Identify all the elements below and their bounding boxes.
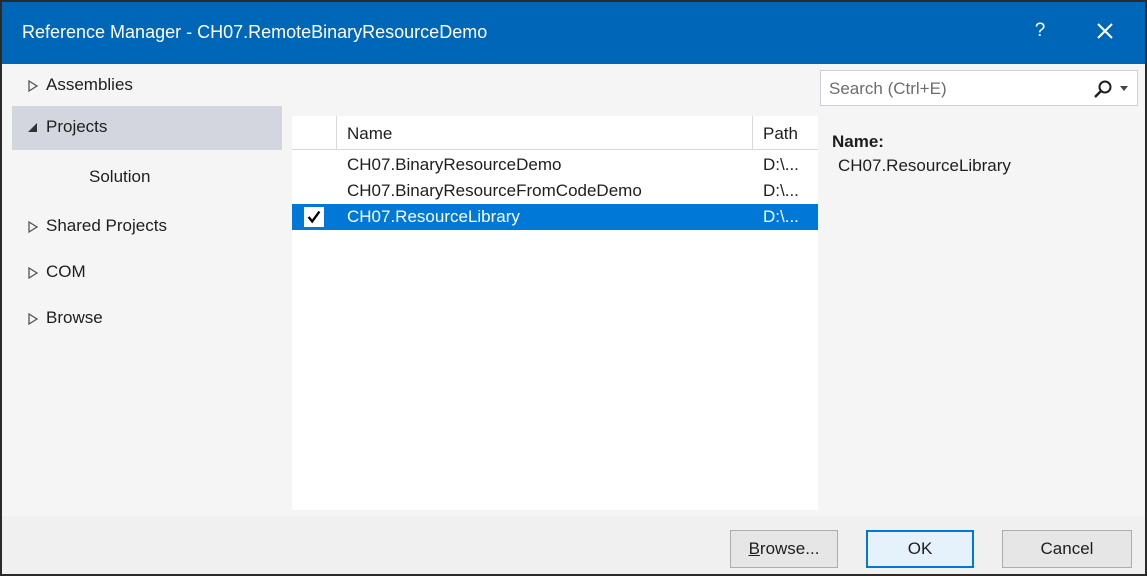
category-nav: Assemblies Projects Solution Shared Proj… bbox=[12, 64, 282, 514]
row-path: D:\... bbox=[763, 207, 799, 226]
row-name: CH07.ResourceLibrary bbox=[347, 207, 520, 226]
dialog-footer: Browse... OK Cancel bbox=[2, 516, 1145, 574]
browse-label: rowse... bbox=[759, 539, 820, 558]
expand-arrow-icon bbox=[28, 312, 39, 326]
nav-item-shared-projects[interactable]: Shared Projects bbox=[12, 205, 282, 249]
browse-button[interactable]: Browse... bbox=[730, 530, 838, 568]
title-bar[interactable]: Reference Manager - CH07.RemoteBinaryRes… bbox=[2, 2, 1145, 64]
row-name: CH07.BinaryResourceFromCodeDemo bbox=[347, 181, 642, 200]
nav-item-assemblies[interactable]: Assemblies bbox=[12, 64, 282, 108]
table-row[interactable]: CH07.BinaryResourceDemo D:\... bbox=[292, 152, 818, 178]
expand-arrow-icon bbox=[28, 266, 39, 280]
cancel-button[interactable]: Cancel bbox=[1002, 530, 1132, 568]
nav-item-browse[interactable]: Browse bbox=[12, 297, 282, 341]
nav-item-label: Solution bbox=[89, 167, 151, 186]
row-name: CH07.BinaryResourceDemo bbox=[347, 155, 562, 174]
search-box[interactable] bbox=[820, 70, 1138, 106]
nav-item-projects[interactable]: Projects bbox=[12, 106, 282, 150]
row-path: D:\... bbox=[763, 155, 799, 174]
nav-item-label: COM bbox=[46, 262, 86, 281]
ok-button[interactable]: OK bbox=[866, 530, 974, 568]
reference-manager-dialog: Reference Manager - CH07.RemoteBinaryRes… bbox=[0, 0, 1147, 576]
row-path: D:\... bbox=[763, 181, 799, 200]
table-row[interactable]: CH07.ResourceLibrary D:\... bbox=[292, 204, 818, 230]
nav-item-label: Shared Projects bbox=[46, 216, 167, 235]
details-name-value: CH07.ResourceLibrary bbox=[838, 156, 1011, 175]
nav-item-label: Projects bbox=[46, 117, 108, 136]
expand-arrow-icon bbox=[28, 79, 39, 93]
help-button[interactable]: ? bbox=[1028, 16, 1052, 46]
collapse-arrow-icon bbox=[28, 123, 37, 132]
chevron-down-icon[interactable] bbox=[1119, 85, 1129, 93]
nav-item-label: Browse bbox=[46, 308, 103, 327]
search-input[interactable] bbox=[829, 77, 1079, 101]
column-header-label: Path bbox=[763, 124, 798, 143]
close-icon[interactable] bbox=[1090, 16, 1120, 46]
list-rows: CH07.BinaryResourceDemo D:\... CH07.Bina… bbox=[292, 150, 818, 510]
column-header-path[interactable]: Path bbox=[753, 116, 818, 150]
expand-arrow-icon bbox=[28, 220, 39, 234]
nav-item-solution[interactable]: Solution bbox=[12, 156, 282, 200]
window-title: Reference Manager - CH07.RemoteBinaryRes… bbox=[22, 22, 488, 42]
nav-item-com[interactable]: COM bbox=[12, 251, 282, 295]
column-header-label: Name bbox=[347, 124, 393, 143]
details-name-label: Name: bbox=[832, 132, 884, 151]
details-panel: Name: CH07.ResourceLibrary bbox=[832, 132, 1132, 176]
list-header: Name Path bbox=[292, 116, 818, 150]
column-header-check[interactable] bbox=[292, 116, 337, 150]
column-header-name[interactable]: Name bbox=[337, 116, 753, 150]
nav-item-label: Assemblies bbox=[46, 75, 133, 94]
browse-mnemonic: B bbox=[748, 539, 760, 558]
table-row[interactable]: CH07.BinaryResourceFromCodeDemo D:\... bbox=[292, 178, 818, 204]
search-icon[interactable] bbox=[1093, 79, 1113, 99]
projects-list: Name Path CH07.BinaryResourceDemo D:\...… bbox=[292, 116, 818, 510]
checkbox-checked[interactable] bbox=[304, 207, 324, 227]
